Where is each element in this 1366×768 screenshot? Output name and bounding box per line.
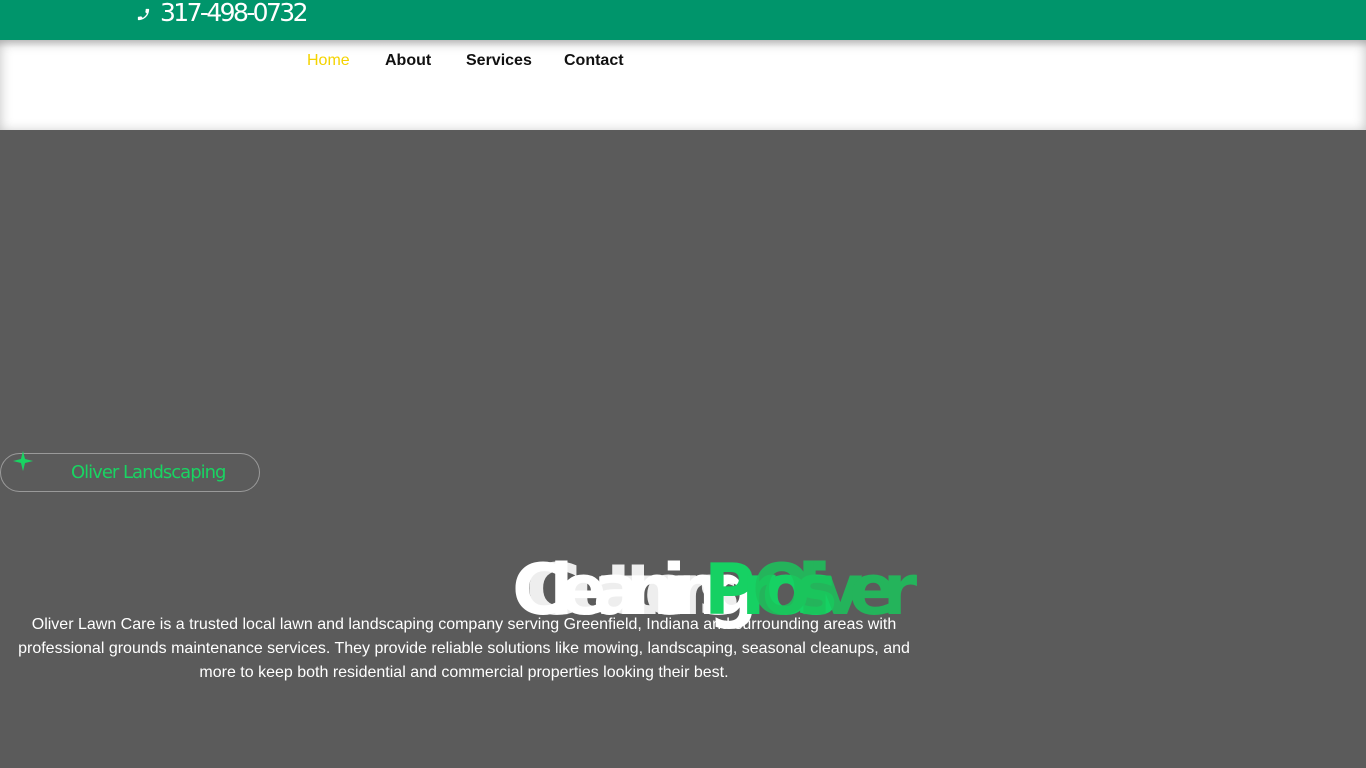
sparkle-icon: [12, 450, 34, 472]
hero-section: Oliver Landscaping Cleaning Gutters Pros…: [0, 130, 1366, 768]
badge-label: Oliver Landscaping: [71, 462, 226, 483]
nav-contact[interactable]: Contact: [564, 52, 624, 70]
hero-badge: Oliver Landscaping: [0, 450, 260, 492]
hero-description: Oliver Lawn Care is a trusted local lawn…: [18, 616, 910, 681]
phone-icon: [137, 8, 150, 20]
nav-home[interactable]: Home: [307, 52, 350, 70]
top-bar: 317-498-0732: [0, 0, 1366, 40]
phone-link[interactable]: 317-498-0732: [136, 0, 309, 28]
nav-about[interactable]: About: [385, 52, 431, 70]
phone-number: 317-498-0732: [160, 0, 309, 27]
main-nav: Home About Services Contact: [0, 40, 1366, 130]
nav-services[interactable]: Services: [466, 52, 532, 70]
